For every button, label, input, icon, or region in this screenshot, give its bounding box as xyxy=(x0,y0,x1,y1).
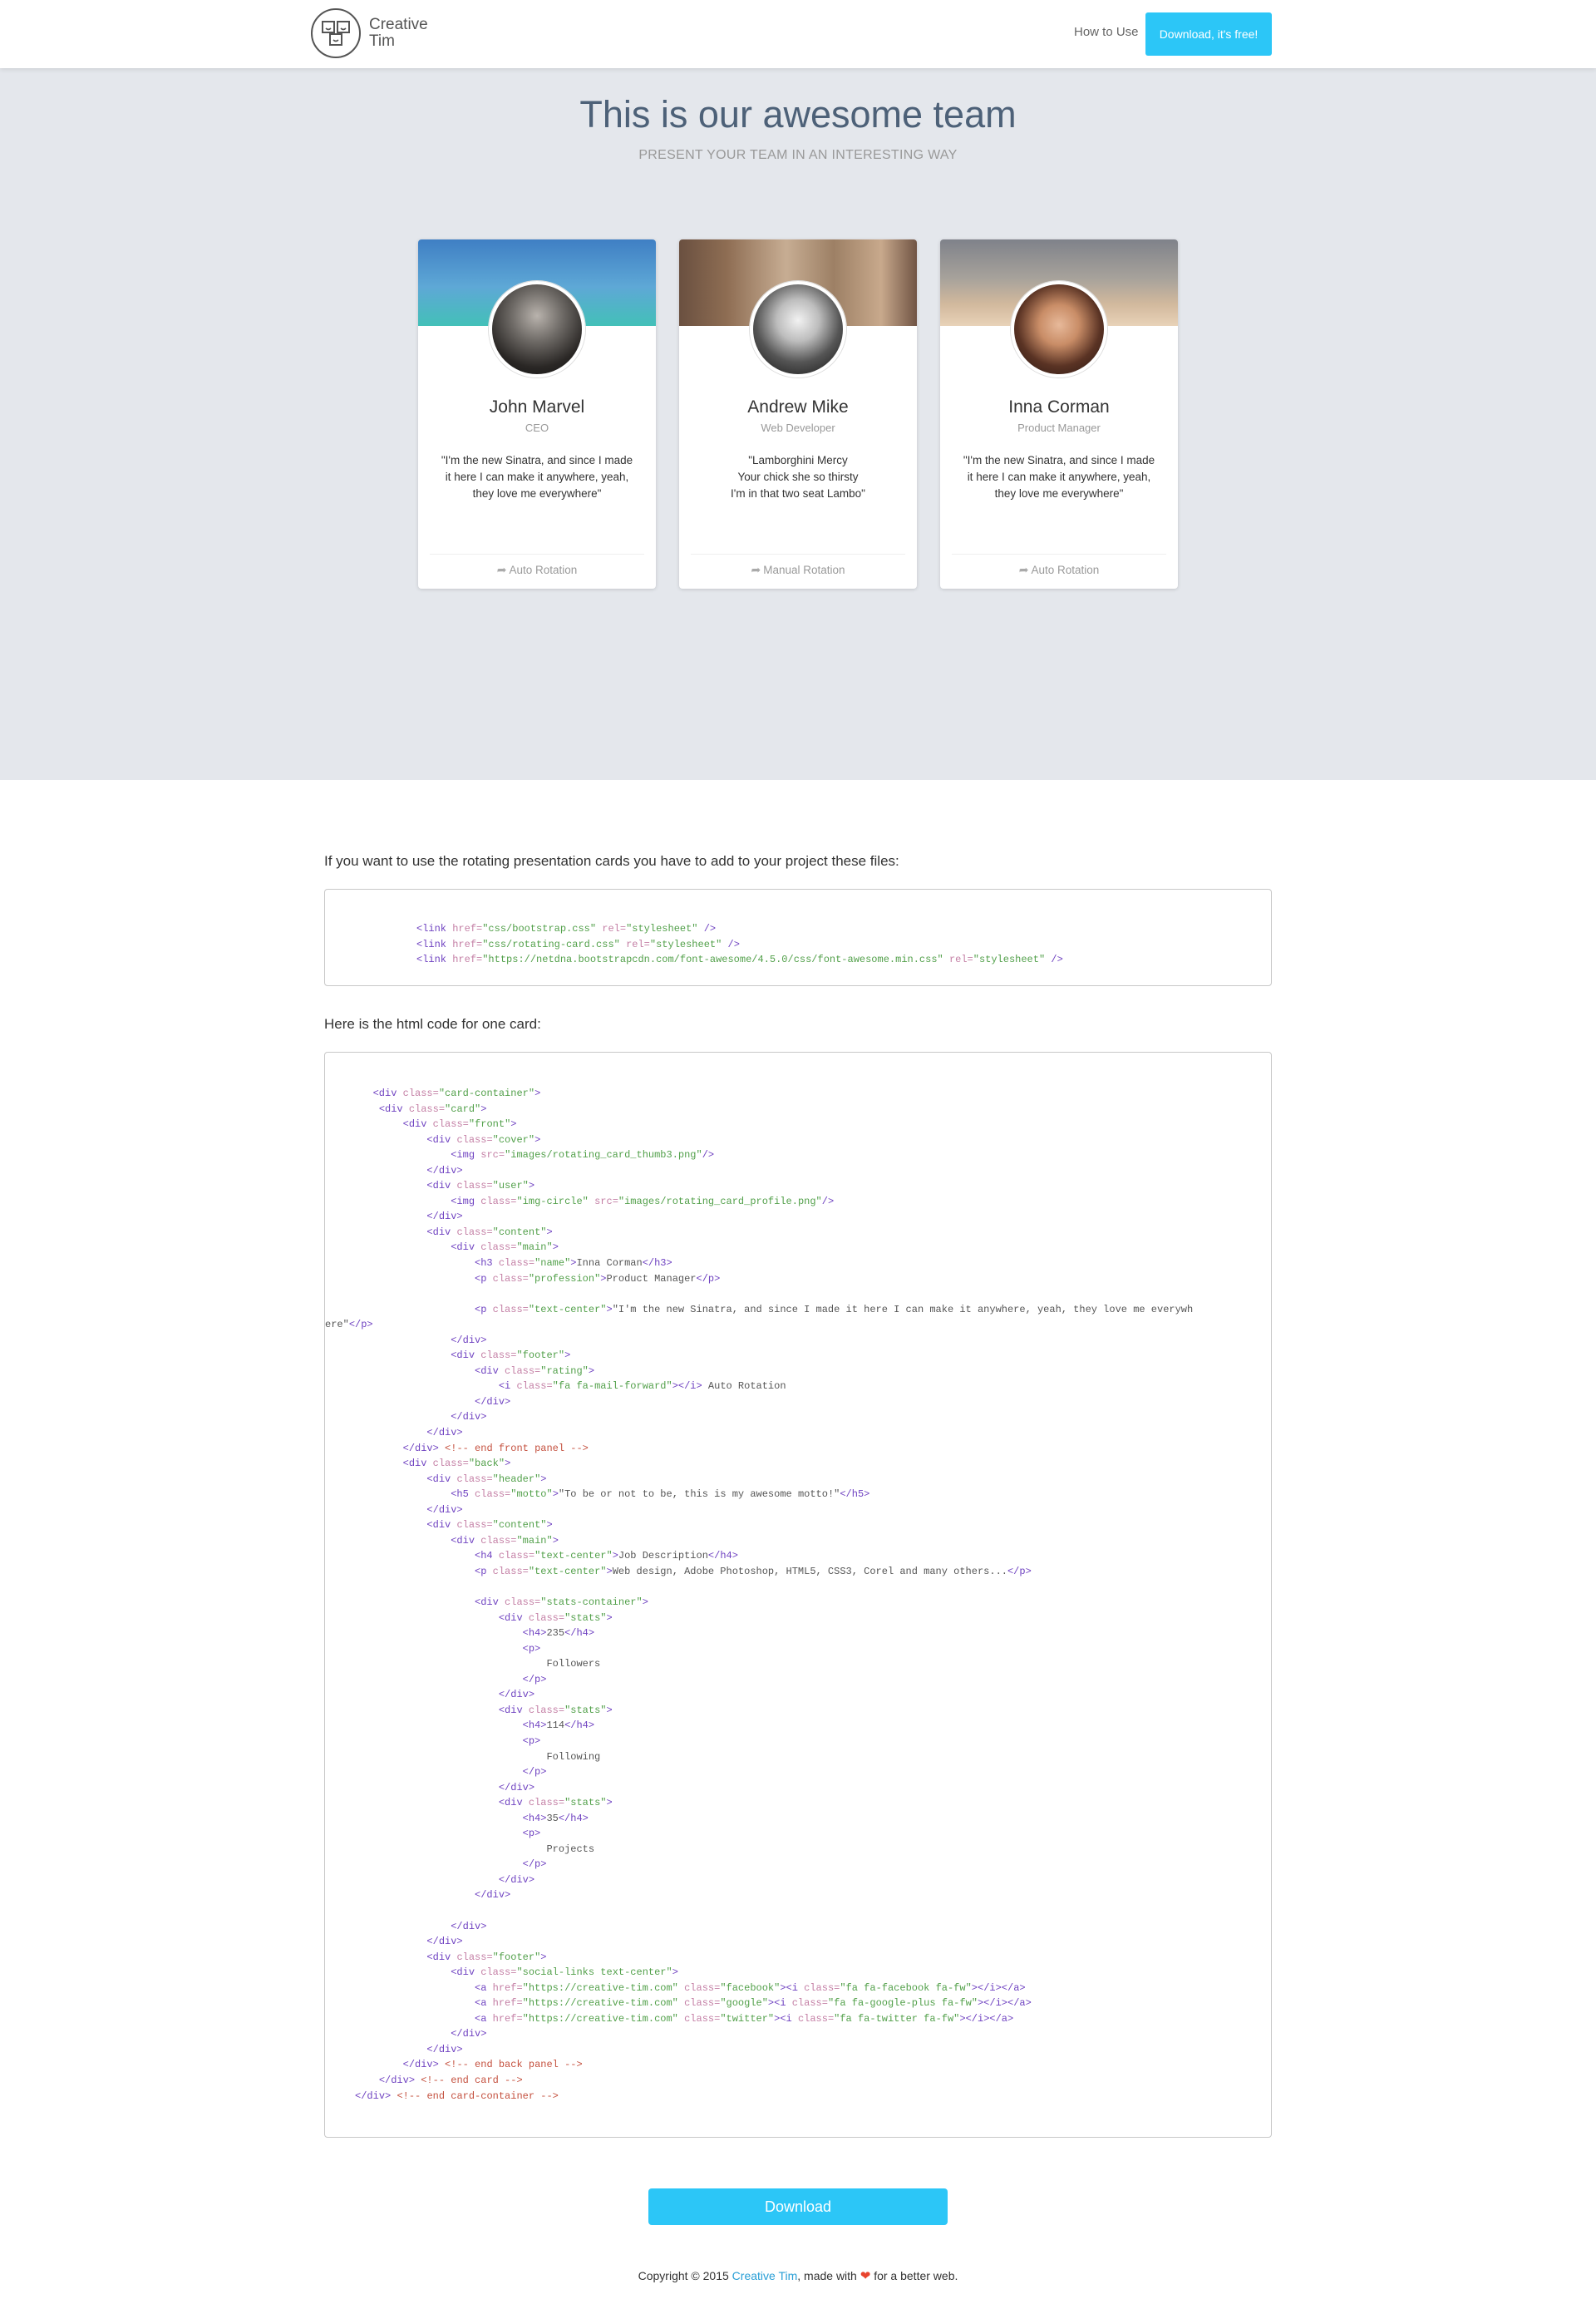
quote-line: "I'm the new Sinatra, and since I made xyxy=(441,454,633,466)
team-card-john-marvel[interactable]: John Marvel CEO "I'm the new Sinatra, an… xyxy=(418,239,656,589)
files-intro-text: If you want to use the rotating presenta… xyxy=(324,853,899,869)
quote-line: it here I can make it anywhere, yeah, xyxy=(445,471,629,483)
hero-section: This is our awesome team PRESENT YOUR TE… xyxy=(0,68,1596,780)
profile-avatar xyxy=(1011,281,1107,377)
card-footer: ➦ Manual Rotation xyxy=(691,554,905,577)
profile-avatar xyxy=(750,281,846,377)
how-to-use-link[interactable]: How to Use xyxy=(1074,25,1139,39)
heart-icon: ❤ xyxy=(860,2269,871,2283)
files-code: <link href="css/bootstrap.css" rel="styl… xyxy=(416,923,1063,966)
quote-line: "I'm the new Sinatra, and since I made xyxy=(963,454,1155,466)
card-name: John Marvel xyxy=(489,397,585,417)
footer-suffix: for a better web. xyxy=(870,2269,958,2282)
hero-title: This is our awesome team xyxy=(579,93,1017,136)
hero-subtitle: PRESENT YOUR TEAM IN AN INTERESTING WAY xyxy=(638,148,958,162)
brand-line2: Tim xyxy=(369,32,395,50)
profile-avatar xyxy=(489,281,585,377)
creative-tim-link[interactable]: Creative Tim xyxy=(732,2269,798,2282)
card-quote: "I'm the new Sinatra, and since I made i… xyxy=(435,452,639,502)
rotation-label: Manual Rotation xyxy=(763,564,845,576)
card-quote: "I'm the new Sinatra, and since I made i… xyxy=(957,452,1161,502)
mail-forward-icon: ➦ xyxy=(751,563,761,576)
brand-text: Creative Tim xyxy=(369,17,428,50)
team-card-inna-corman[interactable]: Inna Corman Product Manager "I'm the new… xyxy=(940,239,1178,589)
html-code-block[interactable]: <div class="card-container"> <div class=… xyxy=(324,1052,1272,2138)
quote-line: Your chick she so thirsty xyxy=(737,471,859,483)
team-card-andrew-mike[interactable]: Andrew Mike Web Developer "Lamborghini M… xyxy=(679,239,917,589)
brand-line1: Creative xyxy=(369,16,428,33)
card-name: Andrew Mike xyxy=(747,397,849,417)
quote-line: they love me everywhere" xyxy=(472,487,602,500)
quote-line: it here I can make it anywhere, yeah, xyxy=(967,471,1151,483)
footer-middle: , made with xyxy=(797,2269,860,2282)
rotation-label: Auto Rotation xyxy=(1031,564,1100,576)
mail-forward-icon: ➦ xyxy=(1018,563,1029,576)
navbar: Creative Tim How to Use Download, it's f… xyxy=(0,0,1596,68)
quote-line: I'm in that two seat Lambo" xyxy=(731,487,865,500)
card-quote: "Lamborghini Mercy Your chick she so thi… xyxy=(696,452,900,502)
download-free-button[interactable]: Download, it's free! xyxy=(1145,12,1272,56)
html-intro-text: Here is the html code for one card: xyxy=(324,1016,541,1032)
page-footer: Copyright © 2015 Creative Tim, made with… xyxy=(0,2268,1596,2283)
card-role: CEO xyxy=(525,422,549,434)
quote-line: they love me everywhere" xyxy=(994,487,1124,500)
brand[interactable]: Creative Tim xyxy=(311,8,428,58)
quote-line: "Lamborghini Mercy xyxy=(748,454,848,466)
rotation-label: Auto Rotation xyxy=(509,564,578,576)
download-button[interactable]: Download xyxy=(648,2188,948,2225)
card-role: Product Manager xyxy=(1017,422,1101,434)
footer-prefix: Copyright © 2015 xyxy=(638,2269,732,2282)
creative-tim-logo-icon xyxy=(311,8,361,58)
card-role: Web Developer xyxy=(761,422,835,434)
files-code-block[interactable]: <link href="css/bootstrap.css" rel="styl… xyxy=(324,889,1272,986)
html-code: <div class="card-container"> <div class=… xyxy=(325,1088,1194,2102)
mail-forward-icon: ➦ xyxy=(496,563,507,576)
card-footer: ➦ Auto Rotation xyxy=(952,554,1166,577)
card-name: Inna Corman xyxy=(1008,397,1110,417)
card-footer: ➦ Auto Rotation xyxy=(430,554,644,577)
